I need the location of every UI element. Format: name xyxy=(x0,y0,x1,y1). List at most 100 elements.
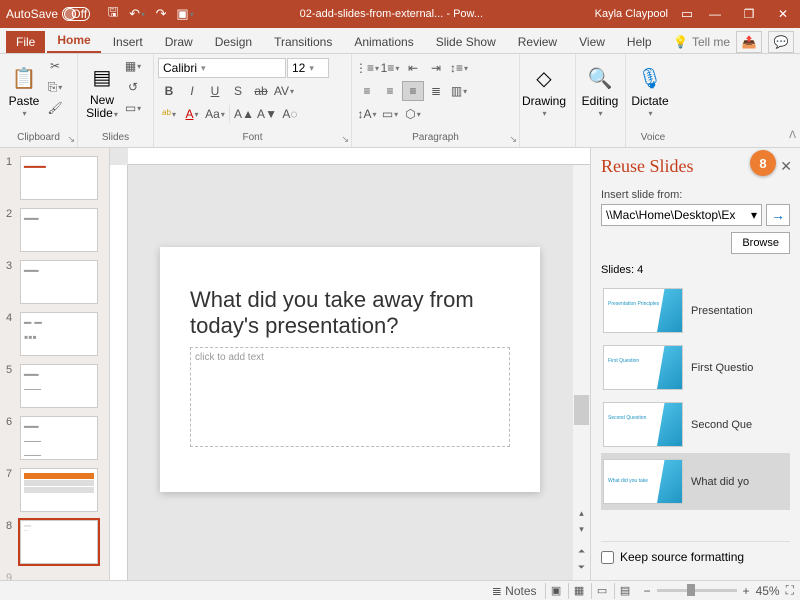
new-slide-button[interactable]: ▤ New Slide▾ xyxy=(82,56,122,128)
slide-path-input[interactable]: \\Mac\Home\Desktop\Ex▾ xyxy=(601,204,762,226)
tab-draw[interactable]: Draw xyxy=(155,31,203,53)
share-button[interactable]: 📤 xyxy=(736,31,762,53)
cut-icon[interactable]: ✂ xyxy=(45,56,65,76)
font-launcher-icon[interactable]: ↘ xyxy=(341,134,349,145)
thumbnail-8[interactable]: 8━━━━── xyxy=(0,518,109,566)
autosave-toggle[interactable]: AutoSave Off xyxy=(0,7,96,21)
comments-button[interactable]: 💬 xyxy=(768,31,794,53)
redo-icon[interactable]: ↷ xyxy=(150,3,172,25)
thumbnail-2[interactable]: 2━━ xyxy=(0,206,109,254)
zoom-level[interactable]: 45% xyxy=(756,584,780,598)
paragraph-launcher-icon[interactable]: ↘ xyxy=(509,134,517,145)
reset-icon[interactable]: ↺ xyxy=(123,77,143,97)
align-right-button[interactable]: ≡ xyxy=(402,81,424,101)
save-icon[interactable]: 🖫 xyxy=(102,3,124,25)
zoom-slider[interactable] xyxy=(657,589,737,592)
copy-icon[interactable]: ⎘▾ xyxy=(45,77,65,97)
clear-formatting-button[interactable]: A◌ xyxy=(279,104,301,124)
thumbnail-7[interactable]: 7 xyxy=(0,466,109,514)
align-text-button[interactable]: ▭▾ xyxy=(379,104,401,124)
tab-design[interactable]: Design xyxy=(205,31,262,53)
browse-button[interactable]: Browse xyxy=(731,232,790,254)
section-icon[interactable]: ▭▾ xyxy=(123,98,143,118)
tab-animations[interactable]: Animations xyxy=(344,31,423,53)
close-panel-icon[interactable]: ✕ xyxy=(780,158,792,175)
line-spacing-button[interactable]: ↕≡▾ xyxy=(448,58,470,78)
reuse-item-4[interactable]: What did you takeWhat did yo xyxy=(601,453,790,510)
slide-title-text[interactable]: What did you take away from today's pres… xyxy=(190,287,510,339)
font-size-combo[interactable]: 12▾ xyxy=(287,58,329,78)
keep-source-formatting-checkbox[interactable]: Keep source formatting xyxy=(601,541,790,572)
tab-review[interactable]: Review xyxy=(508,31,567,53)
normal-view-icon[interactable]: ▣ xyxy=(545,583,567,599)
horizontal-ruler[interactable] xyxy=(128,148,590,165)
close-button[interactable]: ✕ xyxy=(766,0,800,28)
thumbnail-5[interactable]: 5━━── xyxy=(0,362,109,410)
format-painter-icon[interactable]: 🖌 xyxy=(45,98,65,118)
sorter-view-icon[interactable]: ▦ xyxy=(568,583,590,599)
scroll-down-icon[interactable]: ▾ xyxy=(579,524,584,538)
paste-button[interactable]: 📋 Paste▾ xyxy=(4,56,44,128)
tab-insert[interactable]: Insert xyxy=(103,31,153,53)
underline-button[interactable]: U xyxy=(204,81,226,101)
next-slide-icon[interactable]: ⏷ xyxy=(578,562,585,576)
vertical-scrollbar[interactable]: ▴ ▾ ⏶ ⏷ xyxy=(573,165,590,580)
tab-file[interactable]: File xyxy=(6,31,45,53)
slideshow-view-icon[interactable]: ▤ xyxy=(614,583,636,599)
align-center-button[interactable]: ≡ xyxy=(379,81,401,101)
font-color-button[interactable]: A▾ xyxy=(181,104,203,124)
dictate-button[interactable]: 🎙Dictate▾ xyxy=(630,56,670,128)
thumbnail-4[interactable]: 4━ ━▪▪▪ xyxy=(0,310,109,358)
go-button[interactable]: → xyxy=(766,204,790,226)
justify-button[interactable]: ≣ xyxy=(425,81,447,101)
thumbnail-1[interactable]: 1━━━ xyxy=(0,154,109,202)
layout-icon[interactable]: ▦▾ xyxy=(123,56,143,76)
numbering-button[interactable]: 1≡▾ xyxy=(379,58,401,78)
spacing-button[interactable]: AV▾ xyxy=(273,81,295,101)
content-placeholder[interactable]: click to add text xyxy=(190,347,510,447)
clipboard-launcher-icon[interactable]: ↘ xyxy=(67,134,75,145)
smartart-button[interactable]: ⬡▾ xyxy=(402,104,424,124)
tell-me-search[interactable]: 💡Tell me xyxy=(673,35,730,49)
bold-button[interactable]: B xyxy=(158,81,180,101)
chevron-down-icon[interactable]: ▾ xyxy=(751,208,757,222)
user-name[interactable]: Kayla Claypool xyxy=(587,8,676,20)
fit-to-window-icon[interactable]: ⛶ xyxy=(786,583,794,598)
tab-help[interactable]: Help xyxy=(617,31,662,53)
reuse-item-3[interactable]: Second QuestionSecond Que xyxy=(601,396,790,453)
minimize-button[interactable]: — xyxy=(698,0,732,28)
change-case-button[interactable]: Aa▾ xyxy=(204,104,226,124)
prev-slide-icon[interactable]: ⏶ xyxy=(578,546,585,560)
tab-transitions[interactable]: Transitions xyxy=(264,31,342,53)
grow-font-button[interactable]: A▲ xyxy=(233,104,255,124)
active-slide[interactable]: What did you take away from today's pres… xyxy=(160,247,540,492)
vertical-ruler[interactable] xyxy=(110,165,128,580)
indent-right-button[interactable]: ⇥ xyxy=(425,58,447,78)
scrollbar-thumb[interactable] xyxy=(574,395,589,425)
slide-thumbnails-panel[interactable]: 1━━━ 2━━ 3━━ 4━ ━▪▪▪ 5━━── 6━━──── 7 8━━… xyxy=(0,148,110,580)
columns-button[interactable]: ▥▾ xyxy=(448,81,470,101)
italic-button[interactable]: I xyxy=(181,81,203,101)
start-from-beginning-icon[interactable]: ▣▾ xyxy=(174,3,196,25)
zoom-out-icon[interactable]: − xyxy=(644,584,651,598)
reuse-item-2[interactable]: First QuestionFirst Questio xyxy=(601,339,790,396)
indent-left-button[interactable]: ⇤ xyxy=(402,58,424,78)
highlight-button[interactable]: ᵃᵇ▾ xyxy=(158,104,180,124)
restore-button[interactable]: ❐ xyxy=(732,0,766,28)
tab-view[interactable]: View xyxy=(569,31,615,53)
notes-button[interactable]: ≣ Notes xyxy=(492,584,537,598)
align-left-button[interactable]: ≡ xyxy=(356,81,378,101)
bullets-button[interactable]: ⋮≡▾ xyxy=(356,58,378,78)
font-name-combo[interactable]: Calibri▾ xyxy=(158,58,286,78)
tab-slideshow[interactable]: Slide Show xyxy=(426,31,506,53)
collapse-ribbon-icon[interactable]: ᐱ xyxy=(789,130,796,141)
zoom-in-icon[interactable]: + xyxy=(743,584,750,598)
ribbon-options-icon[interactable]: ▭ xyxy=(676,3,698,25)
thumbnail-9-partial[interactable]: 9 xyxy=(0,570,109,580)
drawing-button[interactable]: ◇Drawing▾ xyxy=(524,56,564,128)
editing-button[interactable]: 🔍Editing▾ xyxy=(580,56,620,128)
shadow-button[interactable]: S xyxy=(227,81,249,101)
reuse-item-1[interactable]: Presentation PrinciplesPresentation xyxy=(601,282,790,339)
strikethrough-button[interactable]: ab xyxy=(250,81,272,101)
tab-home[interactable]: Home xyxy=(47,29,100,53)
